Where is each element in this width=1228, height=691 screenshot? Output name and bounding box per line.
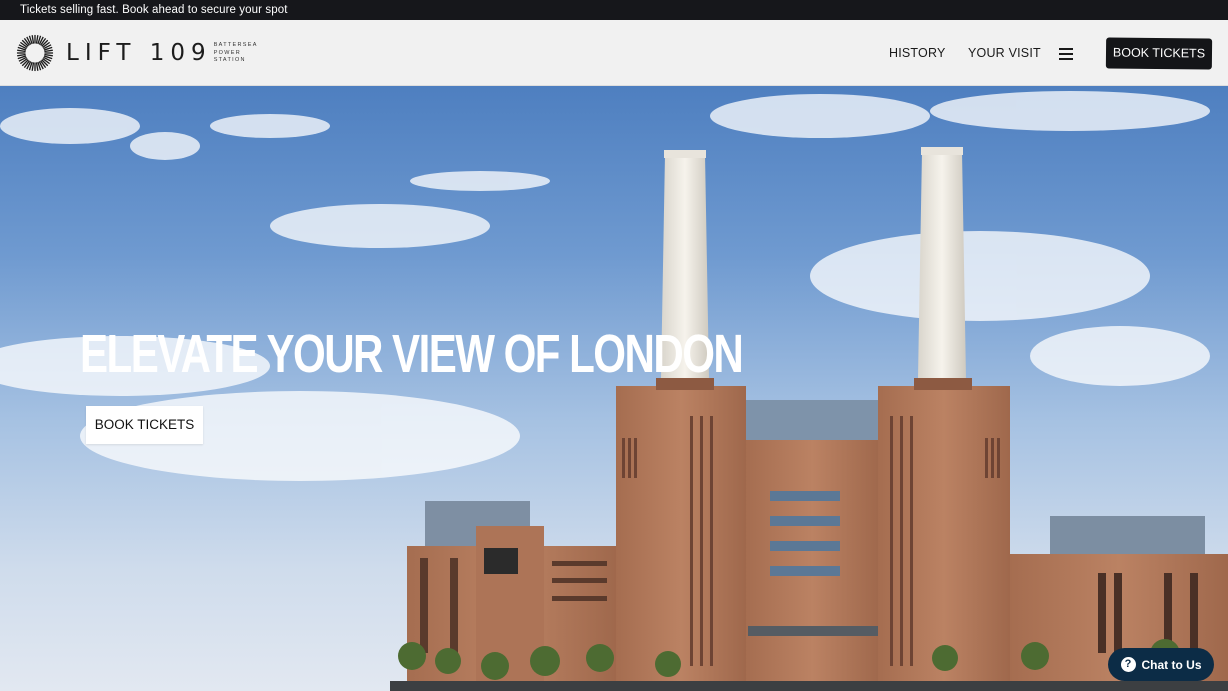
- hamburger-menu-icon[interactable]: [1059, 48, 1073, 60]
- battersea-power-station-image: [0, 91, 1228, 691]
- logo-sub-line: STATION: [213, 57, 246, 64]
- logo-subtitle: BATTERSEA POWER STATION: [214, 42, 258, 65]
- hero-book-tickets-button[interactable]: BOOK TICKETS: [86, 406, 203, 444]
- question-chat-icon: ?: [1120, 657, 1136, 672]
- chat-label: Chat to Us: [1141, 657, 1202, 672]
- nav-history-link[interactable]: HISTORY: [889, 46, 946, 60]
- hero-title: ELEVATE YOUR VIEW OF LONDON: [80, 324, 744, 384]
- sunburst-logo-icon: [16, 34, 54, 72]
- header-book-tickets-button[interactable]: BOOK TICKETS: [1105, 37, 1213, 70]
- chat-to-us-button[interactable]: ? Chat to Us: [1108, 648, 1214, 681]
- announcement-text: Tickets selling fast. Book ahead to secu…: [20, 4, 288, 16]
- logo-sub-line: POWER: [213, 49, 241, 56]
- nav-your-visit-link[interactable]: YOUR VISIT: [968, 46, 1041, 60]
- announcement-bar: Tickets selling fast. Book ahead to secu…: [0, 0, 1228, 20]
- hero-section: ELEVATE YOUR VIEW OF LONDON BOOK TICKETS: [0, 86, 1228, 691]
- site-logo[interactable]: LIFT 109 BATTERSEA POWER STATION: [16, 33, 258, 73]
- logo-wordmark: LIFT 109: [66, 40, 212, 66]
- site-header: LIFT 109 BATTERSEA POWER STATION HISTORY…: [0, 20, 1228, 86]
- logo-sub-line: BATTERSEA: [213, 42, 258, 49]
